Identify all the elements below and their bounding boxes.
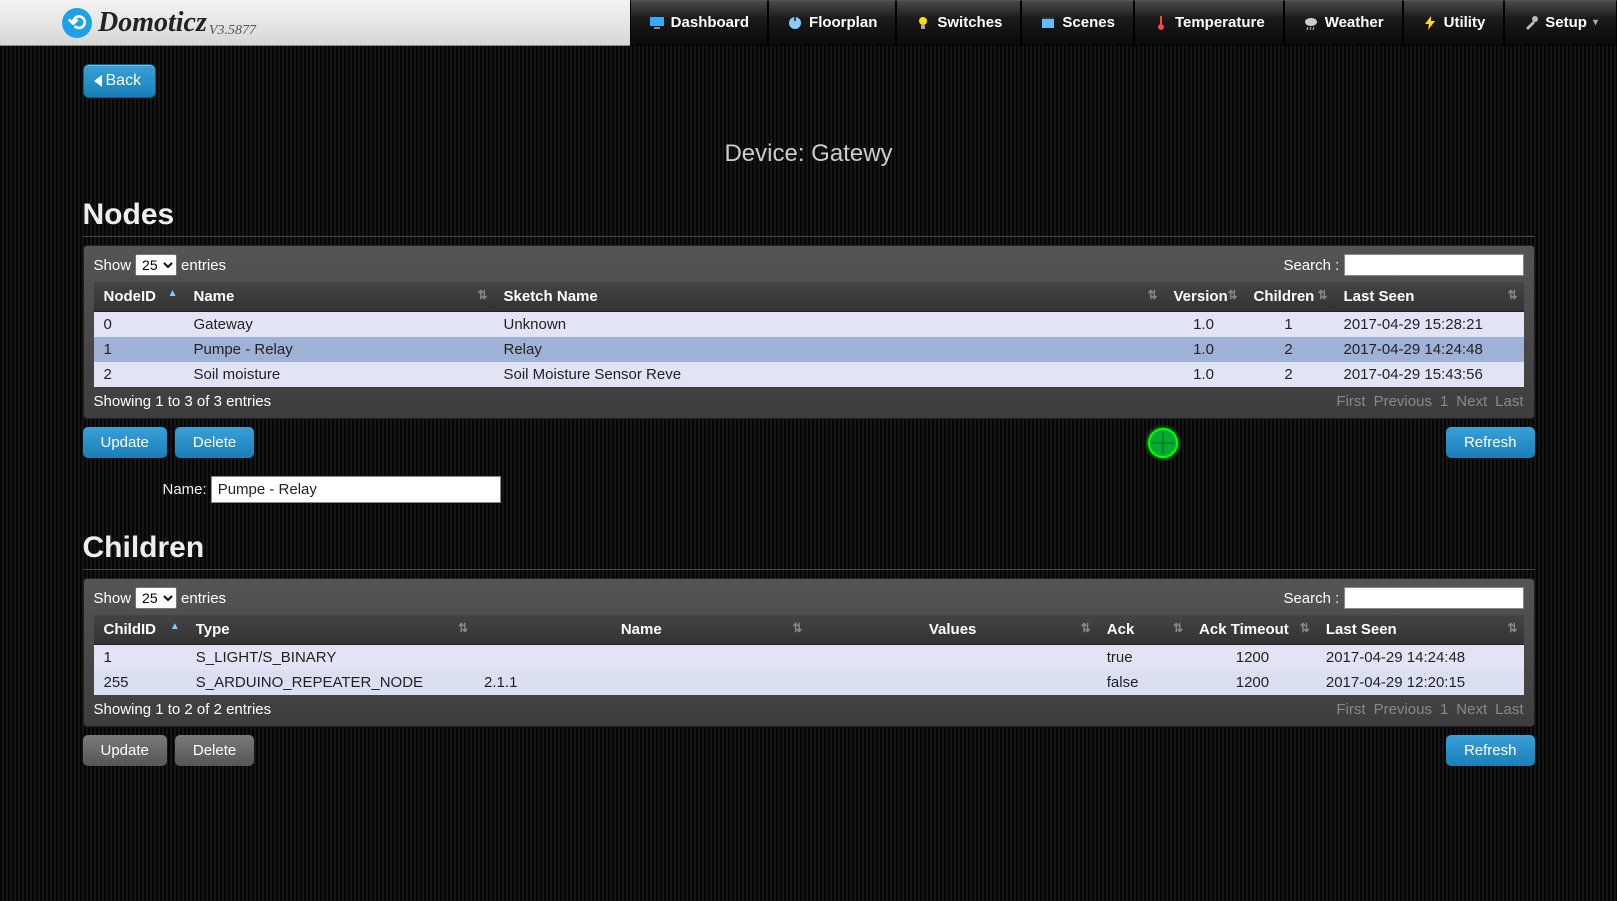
- pager-first[interactable]: First: [1336, 701, 1365, 718]
- name-input[interactable]: [211, 476, 501, 503]
- table-row[interactable]: 1 Pumpe - Relay Relay 1.0 2 2017-04-29 1…: [94, 337, 1524, 362]
- nodes-search-input[interactable]: [1344, 254, 1524, 276]
- pager-prev[interactable]: Previous: [1374, 701, 1432, 718]
- nav-scenes[interactable]: Scenes: [1021, 0, 1134, 46]
- children-info: Showing 1 to 2 of 2 entries: [94, 701, 272, 718]
- scenes-icon: [1040, 15, 1056, 31]
- children-search-input[interactable]: [1344, 587, 1524, 609]
- col-nodeid[interactable]: NodeID: [94, 282, 184, 312]
- col-childid[interactable]: ChildID: [94, 615, 186, 645]
- show-label: Show: [94, 257, 132, 274]
- chevron-down-icon: ▾: [1593, 17, 1598, 28]
- nav-temperature[interactable]: Temperature: [1134, 0, 1284, 46]
- back-arrow-icon: [94, 75, 102, 87]
- nav-setup[interactable]: Setup ▾: [1504, 0, 1617, 46]
- col-values[interactable]: Values: [808, 615, 1096, 645]
- nav-weather[interactable]: Weather: [1284, 0, 1403, 46]
- nodes-info: Showing 1 to 3 of 3 entries: [94, 393, 272, 410]
- search-label: Search :: [1283, 590, 1339, 607]
- col-children[interactable]: Children: [1244, 282, 1334, 312]
- children-pagesize-select[interactable]: 25: [135, 587, 177, 609]
- nodes-table-box: Show 25 entries Search : NodeID Name Ske…: [83, 245, 1535, 419]
- col-name[interactable]: Name: [474, 615, 808, 645]
- nav-label: Temperature: [1175, 14, 1265, 31]
- entries-label: entries: [181, 257, 226, 274]
- children-table-box: Show 25 entries Search : ChildID Type Na…: [83, 578, 1535, 727]
- nav-label: Switches: [937, 14, 1002, 31]
- logo-icon: ⟲: [62, 8, 92, 38]
- col-type[interactable]: Type: [186, 615, 474, 645]
- children-table: ChildID Type Name Values Ack Ack Timeout…: [94, 615, 1524, 695]
- name-edit-row: Name:: [163, 476, 1535, 503]
- bulb-icon: [915, 15, 931, 31]
- nav-label: Weather: [1325, 14, 1384, 31]
- pager-first[interactable]: First: [1336, 393, 1365, 410]
- col-ack[interactable]: Ack: [1097, 615, 1189, 645]
- nav-dashboard[interactable]: Dashboard: [630, 0, 768, 46]
- children-delete-button[interactable]: Delete: [175, 735, 254, 766]
- thermometer-icon: [1153, 15, 1169, 31]
- col-version[interactable]: Version: [1164, 282, 1244, 312]
- nav-label: Utility: [1444, 14, 1486, 31]
- table-row[interactable]: 255 S_ARDUINO_REPEATER_NODE 2.1.1 false …: [94, 670, 1524, 695]
- children-pager: First Previous 1 Next Last: [1336, 701, 1523, 718]
- nav-switches[interactable]: Switches: [896, 0, 1021, 46]
- name-label: Name:: [163, 481, 207, 498]
- back-button[interactable]: Back: [83, 64, 157, 98]
- pager-next[interactable]: Next: [1456, 701, 1487, 718]
- col-name[interactable]: Name: [184, 282, 494, 312]
- page-title: Device: Gatewy: [83, 140, 1535, 168]
- back-label: Back: [106, 72, 142, 90]
- nodes-update-button[interactable]: Update: [83, 427, 167, 458]
- table-row[interactable]: 1 S_LIGHT/S_BINARY true 1200 2017-04-29 …: [94, 645, 1524, 671]
- nav-label: Dashboard: [671, 14, 749, 31]
- search-label: Search :: [1283, 257, 1339, 274]
- nodes-pager: First Previous 1 Next Last: [1336, 393, 1523, 410]
- col-lastseen[interactable]: Last Seen: [1316, 615, 1524, 645]
- topbar: ⟲ Domoticz V3.5877 Dashboard Floorplan S…: [0, 0, 1617, 46]
- pager-next[interactable]: Next: [1456, 393, 1487, 410]
- bolt-icon: [1422, 15, 1438, 31]
- nodes-heading: Nodes: [83, 198, 1535, 237]
- col-sketch[interactable]: Sketch Name: [494, 282, 1164, 312]
- pager-page[interactable]: 1: [1440, 701, 1448, 718]
- pager-last[interactable]: Last: [1495, 701, 1523, 718]
- cloud-icon: [1303, 15, 1319, 31]
- nodes-table: NodeID Name Sketch Name Version Children…: [94, 282, 1524, 387]
- nav-label: Setup: [1545, 14, 1587, 31]
- wrench-icon: [1523, 15, 1539, 31]
- nav-label: Floorplan: [809, 14, 877, 31]
- pager-prev[interactable]: Previous: [1374, 393, 1432, 410]
- nodes-delete-button[interactable]: Delete: [175, 427, 254, 458]
- nav-menu: Dashboard Floorplan Switches Scenes Temp…: [630, 0, 1617, 46]
- children-update-button[interactable]: Update: [83, 735, 167, 766]
- nav-label: Scenes: [1062, 14, 1115, 31]
- monitor-icon: [649, 15, 665, 31]
- brand-name: Domoticz: [98, 7, 207, 39]
- nav-utility[interactable]: Utility: [1403, 0, 1505, 46]
- pager-page[interactable]: 1: [1440, 393, 1448, 410]
- brand-version: V3.5877: [209, 23, 256, 39]
- status-indicator-icon: [1148, 428, 1178, 458]
- nav-floorplan[interactable]: Floorplan: [768, 0, 896, 46]
- brand: ⟲ Domoticz V3.5877: [62, 7, 256, 39]
- nodes-refresh-button[interactable]: Refresh: [1446, 427, 1535, 458]
- col-ackto[interactable]: Ack Timeout: [1189, 615, 1316, 645]
- floorplan-icon: [787, 15, 803, 31]
- entries-label: entries: [181, 590, 226, 607]
- col-lastseen[interactable]: Last Seen: [1334, 282, 1524, 312]
- table-row[interactable]: 0 Gateway Unknown 1.0 1 2017-04-29 15:28…: [94, 312, 1524, 338]
- nodes-pagesize-select[interactable]: 25: [135, 254, 177, 276]
- children-refresh-button[interactable]: Refresh: [1446, 735, 1535, 766]
- children-heading: Children: [83, 531, 1535, 570]
- pager-last[interactable]: Last: [1495, 393, 1523, 410]
- show-label: Show: [94, 590, 132, 607]
- table-row[interactable]: 2 Soil moisture Soil Moisture Sensor Rev…: [94, 362, 1524, 387]
